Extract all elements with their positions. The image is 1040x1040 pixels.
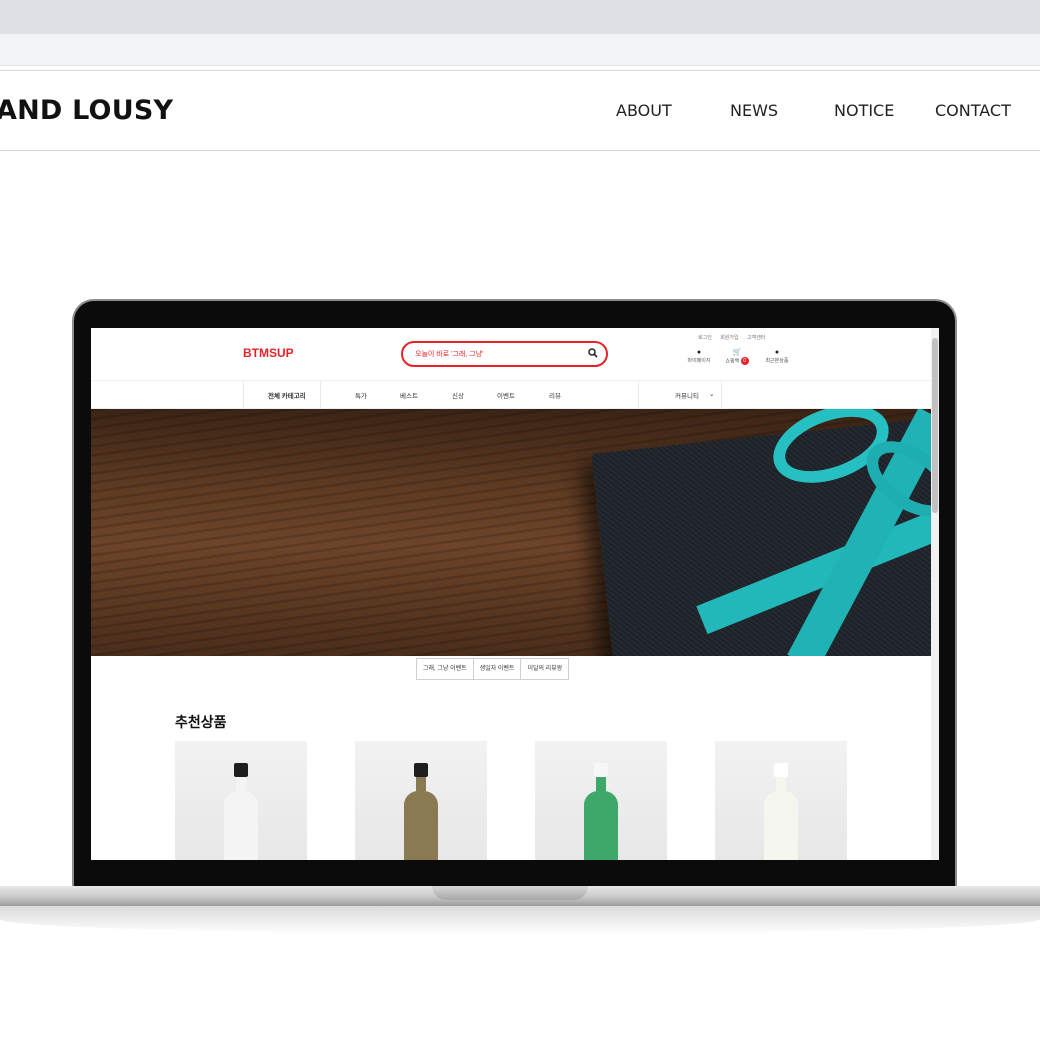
nav-review[interactable]: 리뷰 <box>549 390 561 400</box>
bottle-neck <box>416 777 426 791</box>
cart-badge: 0 <box>740 357 749 365</box>
bottle-cap <box>414 763 428 777</box>
nav-notice[interactable]: NOTICE <box>834 101 894 120</box>
nav-divider <box>638 381 639 408</box>
scrollbar[interactable] <box>931 328 939 860</box>
mypage-label: 마이페이지 <box>687 358 711 364</box>
product-card[interactable] <box>355 741 487 860</box>
event-tabs: 그래, 그냥 이벤트 생일자 이벤트 이달의 리뷰왕 <box>416 658 570 680</box>
nav-event[interactable]: 이벤트 <box>497 390 515 400</box>
nav-community[interactable]: 커뮤니티 <box>675 390 699 400</box>
user-icon: ● <box>696 349 702 356</box>
recent-icon: ● <box>774 349 780 356</box>
cart-button[interactable]: 🛒 쇼핑백 0 <box>717 348 757 365</box>
laptop-notch <box>432 886 588 900</box>
search-icon[interactable] <box>588 348 598 358</box>
nav-divider <box>721 381 722 408</box>
bottle-body <box>584 791 618 860</box>
product-bottle <box>584 763 618 860</box>
bottle-neck <box>596 777 606 791</box>
product-card[interactable] <box>715 741 847 860</box>
recent-button[interactable]: ● 최근본상품 <box>757 348 797 364</box>
nav-best[interactable]: 베스트 <box>400 390 418 400</box>
shop-nav: 전체 카테고리 특가 베스트 신상 이벤트 리뷰 커뮤니티 ⌄ <box>91 380 939 409</box>
laptop-screen: BTMSUP 로그인 회원가입 고객센터 ● 마이페이지 🛒 쇼핑백 0 <box>91 328 939 860</box>
site-nav: ABOUT NEWS NOTICE CONTACT <box>0 101 1040 123</box>
bottle-neck <box>236 777 246 791</box>
product-card[interactable] <box>175 741 307 860</box>
nav-about[interactable]: ABOUT <box>616 101 672 120</box>
hero-banner[interactable] <box>91 409 931 656</box>
bottle-cap <box>594 763 608 777</box>
browser-tab-strip <box>0 0 1040 34</box>
nav-news[interactable]: NEWS <box>730 101 778 120</box>
nav-divider <box>320 381 321 408</box>
util-links: 로그인 회원가입 고객센터 <box>698 334 772 341</box>
bottle-body <box>404 791 438 860</box>
scrollbar-thumb[interactable] <box>932 338 938 513</box>
nav-divider <box>243 381 244 408</box>
site-header: AND LOUSY ABOUT NEWS NOTICE CONTACT <box>0 70 1040 151</box>
product-bottle <box>224 763 258 860</box>
section-title: 추천상품 <box>175 715 227 731</box>
tab-birthday[interactable]: 생일자 이벤트 <box>472 658 522 680</box>
join-link[interactable]: 회원가입 <box>720 335 738 341</box>
chevron-down-icon[interactable]: ⌄ <box>709 390 714 398</box>
laptop-shadow <box>0 904 1040 934</box>
shop-search-box <box>401 341 608 367</box>
support-link[interactable]: 고객센터 <box>747 335 765 341</box>
tab-review-king[interactable]: 이달의 리뷰왕 <box>520 658 570 680</box>
bottle-neck <box>776 777 786 791</box>
cart-icon: 🛒 <box>732 349 742 356</box>
nav-new[interactable]: 신상 <box>452 390 464 400</box>
shop-logo[interactable]: BTMSUP <box>243 346 294 360</box>
product-card[interactable] <box>535 741 667 860</box>
tab-event[interactable]: 그래, 그냥 이벤트 <box>416 658 474 680</box>
nav-sale[interactable]: 특가 <box>355 390 367 400</box>
cart-label: 쇼핑백 <box>725 358 740 365</box>
login-link[interactable]: 로그인 <box>698 335 712 341</box>
util-icons: ● 마이페이지 🛒 쇼핑백 0 ● 최근본상품 <box>679 348 789 370</box>
browser-toolbar <box>0 34 1040 66</box>
bottle-cap <box>774 763 788 777</box>
shop-search-input[interactable] <box>415 347 585 361</box>
bottle-body <box>764 791 798 860</box>
shop-header: BTMSUP 로그인 회원가입 고객센터 ● 마이페이지 🛒 쇼핑백 0 <box>91 328 939 380</box>
product-bottle <box>404 763 438 860</box>
recent-label: 최근본상품 <box>765 358 789 364</box>
nav-all-categories[interactable]: 전체 카테고리 <box>268 390 306 400</box>
nav-contact[interactable]: CONTACT <box>935 101 1011 120</box>
mypage-button[interactable]: ● 마이페이지 <box>679 348 719 364</box>
bottle-body <box>224 791 258 860</box>
bottle-cap <box>234 763 248 777</box>
product-bottle <box>764 763 798 860</box>
